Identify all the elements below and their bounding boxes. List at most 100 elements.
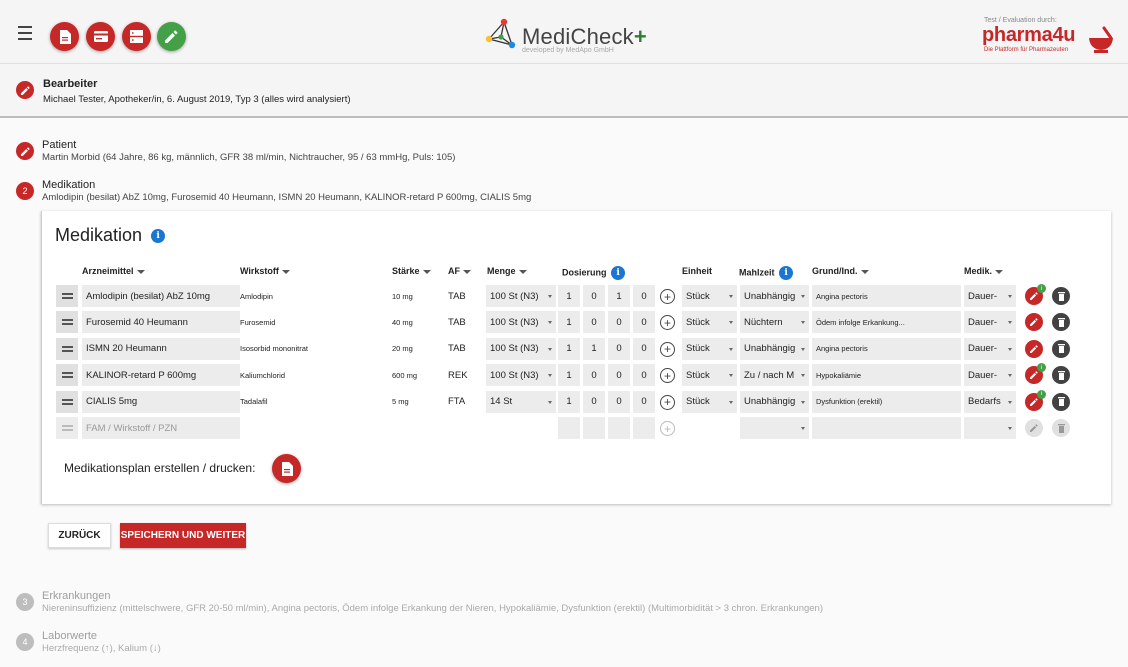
column-header-medik[interactable]: Medik. [964,266,1004,276]
column-header-strength[interactable]: Stärke [392,266,431,276]
card-button[interactable] [86,22,115,51]
info-icon[interactable]: i [611,266,626,280]
dose-evening-input[interactable]: 0 [608,364,630,387]
new-meal-select[interactable] [740,417,809,439]
reason-input[interactable]: Ödem infolge Erkankung... [812,311,961,334]
back-button[interactable]: ZURÜCK [48,523,111,548]
drag-handle-icon[interactable] [56,390,78,413]
lab-step-title[interactable]: Laborwerte [42,630,97,642]
dose-morning-input[interactable]: 1 [558,285,580,307]
save-and-continue-button[interactable]: SPEICHERN UND WEITER [120,523,246,548]
dose-evening-input[interactable]: 0 [608,337,630,360]
dose-noon-input[interactable]: 1 [583,337,605,360]
unit-select[interactable]: Stück [682,390,737,413]
drag-handle-icon[interactable] [56,311,78,334]
new-dose-night[interactable] [633,417,655,439]
dose-evening-input[interactable]: 0 [608,311,630,334]
medik-select[interactable]: Dauer- [964,285,1016,307]
column-header-substance[interactable]: Wirkstoff [240,266,290,276]
unit-select[interactable]: Stück [682,337,737,360]
delete-row-button[interactable] [1052,366,1070,385]
dose-evening-input[interactable]: 0 [608,390,630,413]
drug-name-input[interactable]: CIALIS 5mg [82,390,240,413]
reason-input[interactable]: Angina pectoris [812,285,961,307]
new-dose-noon[interactable] [583,417,605,439]
new-medik-select[interactable] [964,417,1016,439]
info-icon[interactable]: i [779,266,794,280]
column-header-form[interactable]: AF [448,266,471,276]
diseases-step-title[interactable]: Erkrankungen [42,590,111,602]
drug-name-input[interactable]: Amlodipin (besilat) AbZ 10mg [82,285,240,307]
column-header-drug[interactable]: Arzneimittel [82,266,145,276]
edit-row-button[interactable] [1025,419,1043,437]
delete-row-button[interactable] [1052,313,1070,332]
new-reason-input[interactable] [812,417,961,439]
drug-name-input[interactable]: KALINOR-retard P 600mg [82,364,240,387]
unit-select[interactable]: Stück [682,364,737,387]
meal-select[interactable]: Unabhängig [740,390,809,413]
dose-noon-input[interactable]: 0 [583,311,605,334]
edit-row-button[interactable] [1025,313,1043,332]
edit-row-button[interactable]: i [1025,284,1046,305]
dose-morning-input[interactable]: 1 [558,311,580,334]
delete-row-button[interactable] [1052,419,1070,437]
unit-select[interactable]: Stück [682,311,737,334]
add-dose-icon[interactable]: + [660,394,675,410]
add-dose-icon[interactable]: + [660,368,675,384]
dose-night-input[interactable]: 0 [633,337,655,360]
add-dose-icon[interactable]: + [660,289,675,304]
drag-handle-icon[interactable] [56,285,78,307]
new-drug-input[interactable]: FAM / Wirkstoff / PZN [82,417,240,439]
drug-name-input[interactable]: Furosemid 40 Heumann [82,311,240,334]
info-icon[interactable]: i [151,229,166,244]
edit-button[interactable] [157,22,186,51]
drug-name-input[interactable]: ISMN 20 Heumann [82,337,240,360]
dose-night-input[interactable]: 0 [633,390,655,413]
add-dose-icon[interactable]: + [660,341,675,357]
column-header-amount[interactable]: Menge [487,266,527,276]
hamburger-menu-icon[interactable] [14,26,36,40]
dose-noon-input[interactable]: 0 [583,364,605,387]
dose-morning-input[interactable]: 1 [558,337,580,360]
drag-handle-icon[interactable] [56,337,78,360]
edit-row-button[interactable]: i [1025,389,1046,411]
new-dose-evening[interactable] [608,417,630,439]
reason-input[interactable]: Hypokaliämie [812,364,961,387]
document-button[interactable] [50,22,79,51]
dose-noon-input[interactable]: 0 [583,390,605,413]
dose-night-input[interactable]: 0 [633,364,655,387]
add-dose-icon[interactable]: + [660,315,675,331]
dose-morning-input[interactable]: 1 [558,390,580,413]
column-header-reason[interactable]: Grund/Ind. [812,266,869,276]
reason-input[interactable]: Angina pectoris [812,337,961,360]
create-plan-button[interactable] [272,454,301,483]
medik-select[interactable]: Dauer- [964,337,1016,360]
meal-select[interactable]: Unabhängig [740,337,809,360]
medik-select[interactable]: Bedarfs [964,390,1016,413]
medik-select[interactable]: Dauer- [964,311,1016,334]
drag-handle-icon[interactable] [56,364,78,387]
meal-select[interactable]: Unabhängig [740,285,809,307]
dose-morning-input[interactable]: 1 [558,364,580,387]
dose-noon-input[interactable]: 0 [583,285,605,307]
dose-night-input[interactable]: 0 [633,311,655,334]
edit-row-button[interactable] [1025,339,1043,358]
patient-step-title[interactable]: Patient [42,139,76,151]
amount-select[interactable]: 14 St [486,390,556,413]
dose-evening-input[interactable]: 1 [608,285,630,307]
new-dose-morning[interactable] [558,417,580,439]
meal-select[interactable]: Zu / nach M [740,364,809,387]
reason-input[interactable]: Dysfunktion (erektil) [812,390,961,413]
edit-row-button[interactable]: i [1025,363,1046,385]
patient-step-icon[interactable] [16,142,34,160]
delete-row-button[interactable] [1052,287,1070,305]
medik-select[interactable]: Dauer- [964,364,1016,387]
meal-select[interactable]: Nüchtern [740,311,809,334]
dose-night-input[interactable]: 0 [633,285,655,307]
delete-row-button[interactable] [1052,339,1070,358]
unit-select[interactable]: Stück [682,285,737,307]
amount-select[interactable]: 100 St (N3) [486,364,556,387]
medication-step-title[interactable]: Medikation [42,179,95,191]
edit-step-icon[interactable] [16,81,34,99]
storage-button[interactable] [122,22,151,51]
